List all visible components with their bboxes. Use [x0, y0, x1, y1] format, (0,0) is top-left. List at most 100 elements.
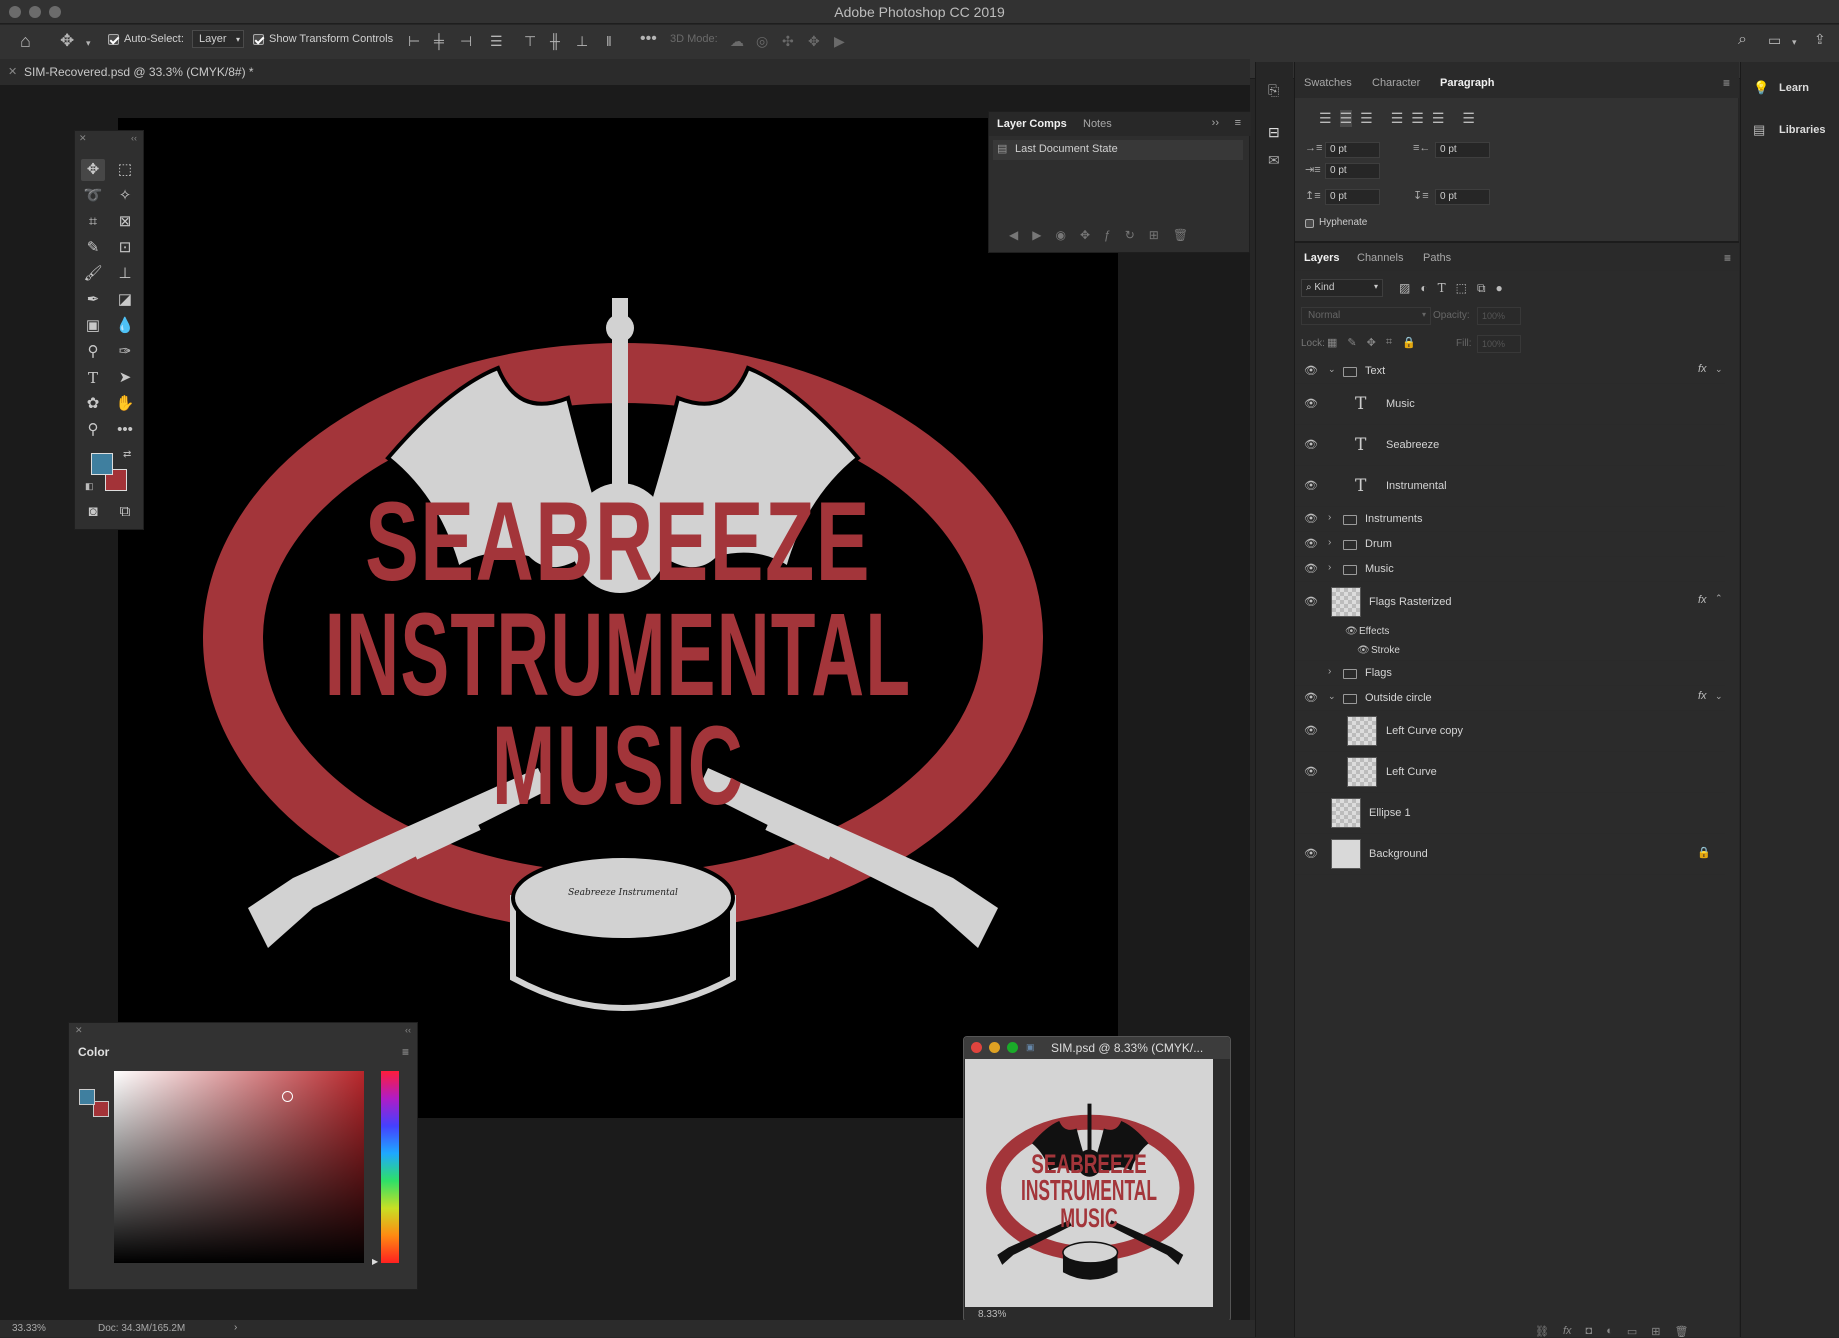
- workspace-icon[interactable]: ▭: [1768, 32, 1781, 48]
- home-icon[interactable]: ⌂: [20, 32, 31, 50]
- layer-row-music-text[interactable]: 👁 T Music: [1295, 384, 1725, 425]
- hand-tool-icon[interactable]: ✋: [113, 393, 137, 415]
- panel-menu-icon[interactable]: ≡: [1235, 117, 1241, 129]
- update-comp-icon[interactable]: ↻: [1125, 228, 1135, 242]
- panel-menu-icon[interactable]: ≡: [1724, 251, 1731, 265]
- eye-icon[interactable]: 👁: [1304, 691, 1318, 705]
- new-layer-icon[interactable]: ⊞: [1651, 1325, 1660, 1338]
- layer-row-seabreeze-text[interactable]: 👁 T Seabreeze: [1295, 425, 1725, 466]
- delete-layer-icon[interactable]: 🗑: [1674, 1325, 1688, 1338]
- screen-mode-icon[interactable]: ⧉: [113, 501, 137, 523]
- close-icon[interactable]: ✕: [75, 1025, 83, 1036]
- crop-tool-icon[interactable]: ⌗: [81, 211, 105, 233]
- eye-icon[interactable]: 👁: [1304, 479, 1318, 493]
- history-panel-icon[interactable]: ⎘: [1268, 82, 1279, 99]
- new-group-icon[interactable]: ▭: [1627, 1325, 1637, 1338]
- filter-type-icon[interactable]: T: [1438, 281, 1446, 296]
- artboard[interactable]: SEABREEZE INSTRUMENTAL MUSIC Seabreeze I…: [118, 118, 1118, 1118]
- tab-channels[interactable]: Channels: [1357, 252, 1403, 264]
- marquee-tool-icon[interactable]: ⬚: [113, 159, 137, 181]
- visibility-comp-icon[interactable]: ◉: [1055, 228, 1065, 242]
- close-tab-icon[interactable]: ✕: [8, 65, 17, 78]
- default-colors-icon[interactable]: ◧: [85, 481, 94, 492]
- tab-notes[interactable]: Notes: [1083, 118, 1112, 130]
- eye-icon[interactable]: 👁: [1345, 626, 1358, 637]
- space-after-field[interactable]: 0 pt: [1435, 189, 1490, 205]
- chevron-right-icon[interactable]: ›: [1328, 512, 1331, 523]
- layer-row-instrumental-text[interactable]: 👁 T Instrumental: [1295, 466, 1725, 507]
- foreground-color-swatch[interactable]: [91, 453, 113, 475]
- align-left-text-icon[interactable]: ☰: [1319, 110, 1332, 127]
- align-vertical-centers-icon[interactable]: ╫: [550, 33, 560, 49]
- new-adjustment-layer-icon[interactable]: ◐: [1606, 1325, 1613, 1338]
- color-field[interactable]: [114, 1071, 364, 1263]
- move-tool-icon[interactable]: ✥: [60, 32, 74, 49]
- filter-pixel-icon[interactable]: ▨: [1399, 281, 1410, 296]
- link-layers-icon[interactable]: ⛓: [1535, 1325, 1549, 1338]
- lock-icon[interactable]: 🔒: [1697, 846, 1711, 859]
- lock-position-icon[interactable]: ✥: [1367, 336, 1376, 349]
- justify-last-right-icon[interactable]: ☰: [1432, 110, 1445, 127]
- appearance-comp-icon[interactable]: ƒ: [1104, 228, 1111, 242]
- filter-toggle-icon[interactable]: ●: [1496, 281, 1503, 296]
- 3d-scale-icon[interactable]: ▶: [834, 33, 845, 49]
- libraries-panel-button[interactable]: ▤ Libraries: [1741, 118, 1839, 142]
- new-comp-icon[interactable]: ⊞: [1149, 228, 1159, 242]
- path-selection-tool-icon[interactable]: ➤: [113, 367, 137, 389]
- chevron-down-icon[interactable]: ⌄: [1328, 364, 1336, 375]
- filter-smart-object-icon[interactable]: ⧉: [1477, 281, 1486, 296]
- filter-adjustment-icon[interactable]: ◐: [1420, 281, 1427, 296]
- eye-icon[interactable]: 👁: [1304, 847, 1318, 861]
- layer-row-outside-circle[interactable]: 👁 ⌄ Outside circle fx ⌄: [1295, 686, 1725, 711]
- chevron-down-icon[interactable]: ⌄: [1715, 691, 1723, 702]
- eye-icon[interactable]: 👁: [1304, 512, 1318, 526]
- panel-menu-icon[interactable]: ≡: [402, 1045, 409, 1059]
- eyedropper-tool-icon[interactable]: ✎: [81, 237, 105, 259]
- 3d-orbit-icon[interactable]: ☁: [730, 33, 744, 49]
- pen-tool-icon[interactable]: ✑: [113, 341, 137, 363]
- eye-icon[interactable]: 👁: [1304, 724, 1318, 738]
- lasso-tool-icon[interactable]: ➰: [81, 185, 105, 207]
- align-right-text-icon[interactable]: ☰: [1360, 110, 1373, 127]
- layer-row-background[interactable]: 👁 Background 🔒: [1295, 834, 1725, 875]
- more-tools-icon[interactable]: •••: [113, 419, 137, 441]
- space-before-field[interactable]: 0 pt: [1325, 189, 1380, 205]
- chevron-down-icon[interactable]: ⌄: [1715, 364, 1723, 375]
- add-mask-icon[interactable]: ◘: [1586, 1325, 1593, 1338]
- fx-icon[interactable]: fx: [1698, 594, 1707, 606]
- eye-icon[interactable]: 👁: [1304, 562, 1318, 576]
- layer-row-music-group[interactable]: 👁 › Music: [1295, 557, 1725, 582]
- layer-effects-row[interactable]: 👁 Effects: [1295, 623, 1725, 642]
- gradient-tool-icon[interactable]: ▣: [81, 315, 105, 337]
- frame-tool-icon[interactable]: ⊠: [113, 211, 137, 233]
- fill-field[interactable]: 100%: [1477, 335, 1521, 353]
- opacity-field[interactable]: 100%: [1477, 307, 1521, 325]
- position-comp-icon[interactable]: ✥: [1080, 228, 1090, 242]
- zoom-window-button[interactable]: [1007, 1042, 1018, 1053]
- blur-tool-icon[interactable]: 💧: [113, 315, 137, 337]
- chevron-right-icon[interactable]: ›: [1328, 562, 1331, 573]
- chevron-right-icon[interactable]: ›: [1328, 666, 1331, 677]
- layer-comps-panel-icon[interactable]: ⊟: [1268, 124, 1280, 141]
- layer-row-text-group[interactable]: 👁 ⌄ Text fx ⌄: [1295, 359, 1725, 384]
- eye-icon[interactable]: 👁: [1304, 537, 1318, 551]
- layer-row-flags[interactable]: › Flags: [1295, 661, 1725, 686]
- justify-last-left-icon[interactable]: ☰: [1391, 110, 1404, 127]
- history-brush-tool-icon[interactable]: ✒: [81, 289, 105, 311]
- tab-layer-comps[interactable]: Layer Comps: [997, 118, 1067, 130]
- eye-icon[interactable]: 👁: [1304, 595, 1318, 609]
- eye-hidden-icon[interactable]: [1304, 666, 1318, 680]
- next-comp-icon[interactable]: ▶: [1032, 228, 1041, 242]
- 3d-slide-icon[interactable]: ✥: [808, 33, 820, 49]
- eye-icon[interactable]: 👁: [1304, 438, 1318, 452]
- clone-stamp-tool-icon[interactable]: ⊥: [113, 263, 137, 285]
- 3d-pan-icon[interactable]: ✣: [782, 33, 794, 49]
- dodge-tool-icon[interactable]: ⚲: [81, 341, 105, 363]
- swap-colors-icon[interactable]: ⇄: [123, 449, 131, 460]
- align-bottom-edges-icon[interactable]: ⊥: [576, 33, 588, 49]
- chevron-right-icon[interactable]: ›: [234, 1322, 237, 1333]
- hyphenate-checkbox[interactable]: [1305, 219, 1314, 228]
- justify-last-center-icon[interactable]: ☰: [1411, 110, 1424, 127]
- spot-healing-tool-icon[interactable]: ⊡: [113, 237, 137, 259]
- align-top-edges-icon[interactable]: ⊤: [524, 33, 536, 49]
